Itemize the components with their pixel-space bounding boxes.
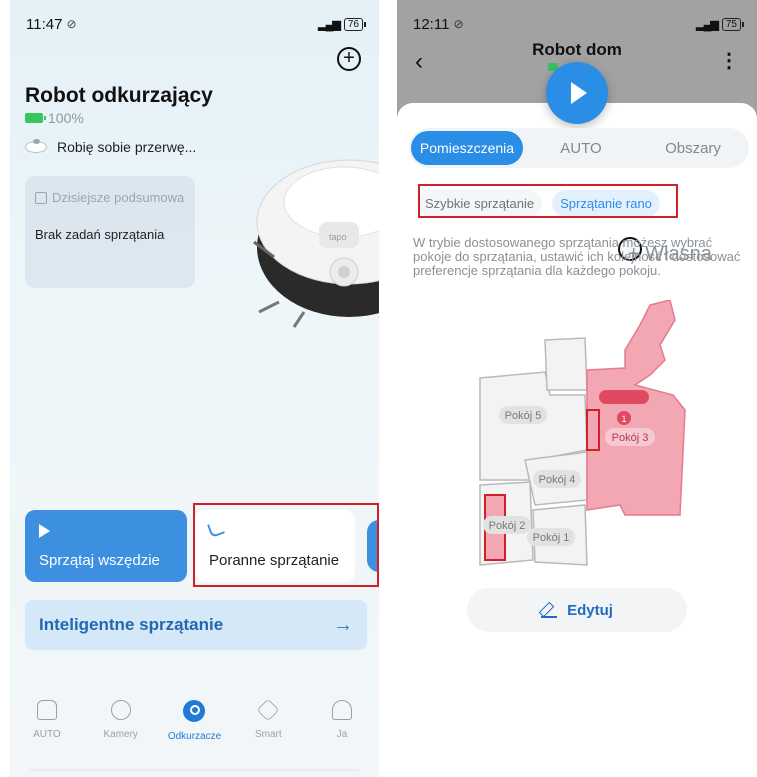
more-options-button[interactable]: ⋮ bbox=[719, 48, 739, 73]
robot-vacuum-image: tapo bbox=[253, 159, 379, 328]
nav-item-vacuums[interactable]: Odkurzacze bbox=[158, 700, 232, 777]
page-title: Robot dom bbox=[532, 40, 622, 59]
tab-areas[interactable]: Obszary bbox=[637, 140, 749, 157]
robot-state-text: Robię sobie przerwę... bbox=[57, 139, 197, 155]
camera-icon bbox=[110, 700, 131, 720]
calendar-icon bbox=[35, 191, 47, 204]
start-cleaning-button[interactable] bbox=[546, 62, 608, 124]
tab-auto[interactable]: AUTO bbox=[525, 140, 637, 157]
nav-item-cameras[interactable]: Kamery bbox=[84, 700, 158, 777]
signal-icon: ▂▄▆ bbox=[318, 18, 341, 31]
smart-cleaning-label: Inteligentne sprzątanie bbox=[39, 615, 224, 634]
robot-brand-label: tapo bbox=[329, 232, 347, 242]
status-bar: 12:11 ⊘ ▂▄▆ 75 bbox=[413, 14, 745, 34]
bottom-navigation: AUTO Kamery Odkurzacze Smart Ja bbox=[10, 698, 379, 777]
robot-icon bbox=[25, 139, 47, 153]
clean-everywhere-button[interactable]: Sprzątaj wszędzie bbox=[25, 510, 187, 582]
battery-level-row: 100% bbox=[25, 110, 84, 126]
home-icon bbox=[36, 700, 57, 720]
highlight-box bbox=[193, 503, 379, 587]
add-device-button[interactable]: + bbox=[337, 47, 361, 71]
nav-label: Kamery bbox=[103, 729, 138, 740]
room-label-2: Pokój 2 bbox=[489, 520, 526, 532]
vacuum-icon bbox=[183, 700, 206, 722]
tab-rooms[interactable]: Pomieszczenia bbox=[411, 131, 523, 165]
nav-item-me[interactable]: Ja bbox=[305, 700, 379, 777]
highlight-box bbox=[418, 184, 678, 218]
edit-label: Edytuj bbox=[567, 601, 613, 619]
mode-tabs: Pomieszczenia AUTO Obszary bbox=[409, 128, 749, 168]
nav-label: AUTO bbox=[33, 729, 61, 740]
smart-cleaning-button[interactable]: Inteligentne sprzątanie → bbox=[25, 600, 367, 650]
nav-label: Odkurzacze bbox=[167, 731, 222, 742]
room-order-number: 1 bbox=[621, 414, 626, 424]
battery-indicator: 76 bbox=[343, 17, 367, 31]
pencil-icon bbox=[541, 602, 558, 618]
cube-icon bbox=[256, 698, 280, 722]
play-icon bbox=[571, 82, 587, 104]
daily-summary-card[interactable]: Dzisiejsze podsumowar Brak zadań sprząta… bbox=[25, 176, 195, 288]
nav-item-auto[interactable]: AUTO bbox=[10, 700, 84, 777]
room-settings-badge bbox=[599, 390, 649, 404]
mode-description: W trybie dostosowanego sprzątania możesz… bbox=[413, 235, 741, 278]
clean-everywhere-label: Sprzątaj wszędzie bbox=[39, 552, 160, 569]
room-label-4: Pokój 4 bbox=[539, 474, 576, 486]
arrow-right-icon: → bbox=[333, 613, 353, 636]
nav-label: Ja bbox=[336, 729, 348, 740]
battery-level: 100% bbox=[48, 110, 84, 126]
person-icon bbox=[332, 700, 353, 720]
battery-indicator: 75 bbox=[721, 17, 745, 31]
battery-icon bbox=[25, 113, 46, 123]
summary-body: Brak zadań sprzątania bbox=[35, 227, 165, 242]
robot-state: Robię sobie przerwę... bbox=[25, 139, 196, 155]
nav-label: Smart bbox=[254, 729, 282, 740]
no-sound-icon: ⊘ bbox=[453, 17, 464, 31]
status-bar: 11:47 ⊘ ▂▄▆ 76 bbox=[26, 14, 367, 34]
room-label-3: Pokój 3 bbox=[612, 432, 649, 444]
edit-button[interactable]: Edytuj bbox=[467, 588, 687, 632]
room-label-5: Pokój 5 bbox=[505, 410, 542, 422]
summary-title: Dzisiejsze podsumowar bbox=[52, 190, 185, 205]
floor-map[interactable]: 1 Pokój 5 Pokój 3 Pokój 4 Pokój 2 Pokój … bbox=[475, 300, 695, 590]
home-indicator bbox=[30, 769, 359, 771]
no-sound-icon: ⊘ bbox=[66, 17, 77, 31]
nav-item-smart[interactable]: Smart bbox=[231, 698, 305, 777]
status-time: 12:11 bbox=[413, 15, 450, 33]
status-time: 11:47 bbox=[26, 15, 63, 33]
play-icon bbox=[39, 524, 50, 538]
right-phone-screen: 12:11 ⊘ ▂▄▆ 75 ‹ Robot dom ⋮ Pomieszczen… bbox=[397, 0, 757, 777]
signal-icon: ▂▄▆ bbox=[696, 18, 719, 31]
room-label-1: Pokój 1 bbox=[533, 532, 570, 544]
page-title: Robot odkurzający bbox=[25, 84, 213, 107]
left-phone-screen: 11:47 ⊘ ▂▄▆ 76 + Robot odkurzający 100% … bbox=[10, 0, 379, 777]
